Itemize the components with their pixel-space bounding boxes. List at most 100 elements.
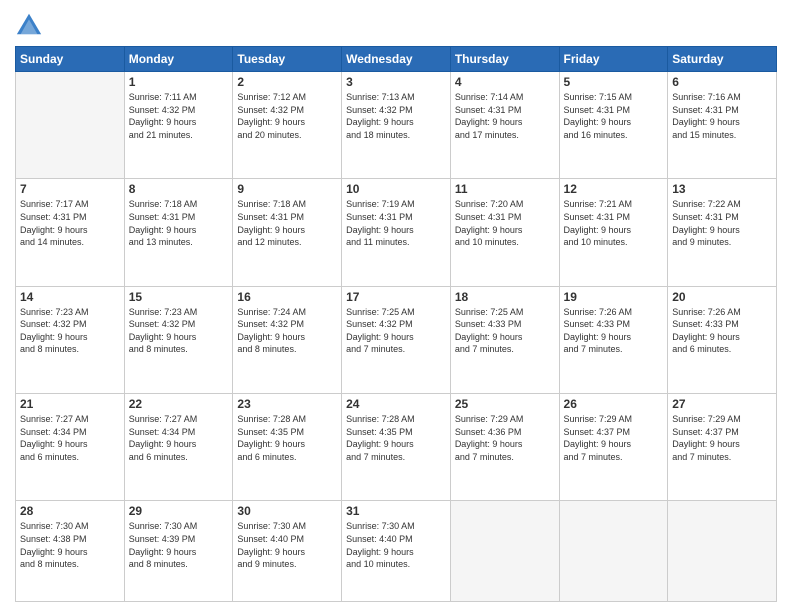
logo-icon xyxy=(15,10,43,38)
calendar-week-row: 28 Sunrise: 7:30 AM Sunset: 4:38 PM Dayli… xyxy=(16,501,777,602)
calendar-cell: 28 Sunrise: 7:30 AM Sunset: 4:38 PM Dayli… xyxy=(16,501,125,602)
day-number: 15 xyxy=(129,290,229,304)
day-of-week-header: Tuesday xyxy=(233,47,342,72)
calendar-cell xyxy=(16,72,125,179)
day-info: Sunrise: 7:29 AM Sunset: 4:36 PM Dayligh… xyxy=(455,413,555,463)
calendar-cell: 9 Sunrise: 7:18 AM Sunset: 4:31 PM Daylig… xyxy=(233,179,342,286)
day-number: 22 xyxy=(129,397,229,411)
day-number: 26 xyxy=(564,397,664,411)
calendar-cell: 14 Sunrise: 7:23 AM Sunset: 4:32 PM Dayli… xyxy=(16,286,125,393)
calendar-cell: 19 Sunrise: 7:26 AM Sunset: 4:33 PM Dayli… xyxy=(559,286,668,393)
day-info: Sunrise: 7:16 AM Sunset: 4:31 PM Dayligh… xyxy=(672,91,772,141)
calendar-cell: 11 Sunrise: 7:20 AM Sunset: 4:31 PM Dayli… xyxy=(450,179,559,286)
calendar-cell: 1Sunrise: 7:11 AM Sunset: 4:32 PM Daylig… xyxy=(124,72,233,179)
calendar-cell: 8 Sunrise: 7:18 AM Sunset: 4:31 PM Daylig… xyxy=(124,179,233,286)
day-info: Sunrise: 7:18 AM Sunset: 4:31 PM Dayligh… xyxy=(237,198,337,248)
day-number: 3 xyxy=(346,75,446,89)
calendar-cell: 7Sunrise: 7:17 AM Sunset: 4:31 PM Daylig… xyxy=(16,179,125,286)
day-number: 9 xyxy=(237,182,337,196)
calendar-cell: 22 Sunrise: 7:27 AM Sunset: 4:34 PM Dayli… xyxy=(124,393,233,500)
day-info: Sunrise: 7:30 AM Sunset: 4:39 PM Dayligh… xyxy=(129,520,229,570)
calendar-header-row: SundayMondayTuesdayWednesdayThursdayFrid… xyxy=(16,47,777,72)
day-number: 5 xyxy=(564,75,664,89)
day-info: Sunrise: 7:13 AM Sunset: 4:32 PM Dayligh… xyxy=(346,91,446,141)
day-number: 13 xyxy=(672,182,772,196)
calendar-week-row: 1Sunrise: 7:11 AM Sunset: 4:32 PM Daylig… xyxy=(16,72,777,179)
day-number: 27 xyxy=(672,397,772,411)
day-info: Sunrise: 7:23 AM Sunset: 4:32 PM Dayligh… xyxy=(20,306,120,356)
day-info: Sunrise: 7:25 AM Sunset: 4:33 PM Dayligh… xyxy=(455,306,555,356)
day-info: Sunrise: 7:27 AM Sunset: 4:34 PM Dayligh… xyxy=(20,413,120,463)
day-number: 11 xyxy=(455,182,555,196)
day-info: Sunrise: 7:28 AM Sunset: 4:35 PM Dayligh… xyxy=(237,413,337,463)
day-info: Sunrise: 7:14 AM Sunset: 4:31 PM Dayligh… xyxy=(455,91,555,141)
calendar-cell: 3 Sunrise: 7:13 AM Sunset: 4:32 PM Daylig… xyxy=(342,72,451,179)
day-number: 4 xyxy=(455,75,555,89)
calendar-cell: 23 Sunrise: 7:28 AM Sunset: 4:35 PM Dayli… xyxy=(233,393,342,500)
day-number: 20 xyxy=(672,290,772,304)
day-number: 2 xyxy=(237,75,337,89)
calendar-cell: 20 Sunrise: 7:26 AM Sunset: 4:33 PM Dayli… xyxy=(668,286,777,393)
calendar-cell: 21 Sunrise: 7:27 AM Sunset: 4:34 PM Dayli… xyxy=(16,393,125,500)
calendar-week-row: 14 Sunrise: 7:23 AM Sunset: 4:32 PM Dayli… xyxy=(16,286,777,393)
calendar-cell: 29Sunrise: 7:30 AM Sunset: 4:39 PM Dayli… xyxy=(124,501,233,602)
day-of-week-header: Sunday xyxy=(16,47,125,72)
calendar-cell: 27 Sunrise: 7:29 AM Sunset: 4:37 PM Dayli… xyxy=(668,393,777,500)
day-number: 12 xyxy=(564,182,664,196)
day-info: Sunrise: 7:30 AM Sunset: 4:38 PM Dayligh… xyxy=(20,520,120,570)
page: SundayMondayTuesdayWednesdayThursdayFrid… xyxy=(0,0,792,612)
day-number: 1 xyxy=(129,75,229,89)
day-number: 8 xyxy=(129,182,229,196)
day-info: Sunrise: 7:22 AM Sunset: 4:31 PM Dayligh… xyxy=(672,198,772,248)
day-info: Sunrise: 7:28 AM Sunset: 4:35 PM Dayligh… xyxy=(346,413,446,463)
calendar-cell: 30Sunrise: 7:30 AM Sunset: 4:40 PM Dayli… xyxy=(233,501,342,602)
calendar-cell: 13 Sunrise: 7:22 AM Sunset: 4:31 PM Dayli… xyxy=(668,179,777,286)
day-info: Sunrise: 7:15 AM Sunset: 4:31 PM Dayligh… xyxy=(564,91,664,141)
calendar-cell: 5 Sunrise: 7:15 AM Sunset: 4:31 PM Daylig… xyxy=(559,72,668,179)
calendar-week-row: 7Sunrise: 7:17 AM Sunset: 4:31 PM Daylig… xyxy=(16,179,777,286)
day-number: 18 xyxy=(455,290,555,304)
calendar-cell: 6 Sunrise: 7:16 AM Sunset: 4:31 PM Daylig… xyxy=(668,72,777,179)
day-number: 7 xyxy=(20,182,120,196)
day-info: Sunrise: 7:20 AM Sunset: 4:31 PM Dayligh… xyxy=(455,198,555,248)
calendar-cell: 4 Sunrise: 7:14 AM Sunset: 4:31 PM Daylig… xyxy=(450,72,559,179)
day-number: 21 xyxy=(20,397,120,411)
day-number: 6 xyxy=(672,75,772,89)
calendar-cell: 15 Sunrise: 7:23 AM Sunset: 4:32 PM Dayli… xyxy=(124,286,233,393)
day-number: 31 xyxy=(346,504,446,518)
calendar-cell: 12 Sunrise: 7:21 AM Sunset: 4:31 PM Dayli… xyxy=(559,179,668,286)
calendar-cell xyxy=(559,501,668,602)
day-info: Sunrise: 7:29 AM Sunset: 4:37 PM Dayligh… xyxy=(564,413,664,463)
day-of-week-header: Friday xyxy=(559,47,668,72)
day-info: Sunrise: 7:26 AM Sunset: 4:33 PM Dayligh… xyxy=(564,306,664,356)
calendar-week-row: 21 Sunrise: 7:27 AM Sunset: 4:34 PM Dayli… xyxy=(16,393,777,500)
header xyxy=(15,10,777,38)
day-number: 25 xyxy=(455,397,555,411)
day-number: 30 xyxy=(237,504,337,518)
day-info: Sunrise: 7:21 AM Sunset: 4:31 PM Dayligh… xyxy=(564,198,664,248)
day-info: Sunrise: 7:26 AM Sunset: 4:33 PM Dayligh… xyxy=(672,306,772,356)
calendar-cell xyxy=(668,501,777,602)
day-number: 24 xyxy=(346,397,446,411)
day-info: Sunrise: 7:24 AM Sunset: 4:32 PM Dayligh… xyxy=(237,306,337,356)
day-of-week-header: Saturday xyxy=(668,47,777,72)
calendar-cell: 24 Sunrise: 7:28 AM Sunset: 4:35 PM Dayli… xyxy=(342,393,451,500)
day-info: Sunrise: 7:23 AM Sunset: 4:32 PM Dayligh… xyxy=(129,306,229,356)
calendar-cell: 16 Sunrise: 7:24 AM Sunset: 4:32 PM Dayli… xyxy=(233,286,342,393)
day-info: Sunrise: 7:29 AM Sunset: 4:37 PM Dayligh… xyxy=(672,413,772,463)
day-info: Sunrise: 7:19 AM Sunset: 4:31 PM Dayligh… xyxy=(346,198,446,248)
calendar-cell: 10 Sunrise: 7:19 AM Sunset: 4:31 PM Dayli… xyxy=(342,179,451,286)
day-info: Sunrise: 7:18 AM Sunset: 4:31 PM Dayligh… xyxy=(129,198,229,248)
logo xyxy=(15,10,46,38)
day-number: 14 xyxy=(20,290,120,304)
day-number: 23 xyxy=(237,397,337,411)
day-info: Sunrise: 7:25 AM Sunset: 4:32 PM Dayligh… xyxy=(346,306,446,356)
day-info: Sunrise: 7:30 AM Sunset: 4:40 PM Dayligh… xyxy=(346,520,446,570)
day-number: 28 xyxy=(20,504,120,518)
day-number: 10 xyxy=(346,182,446,196)
day-number: 16 xyxy=(237,290,337,304)
calendar-cell: 31 Sunrise: 7:30 AM Sunset: 4:40 PM Dayli… xyxy=(342,501,451,602)
calendar-table: SundayMondayTuesdayWednesdayThursdayFrid… xyxy=(15,46,777,602)
day-info: Sunrise: 7:27 AM Sunset: 4:34 PM Dayligh… xyxy=(129,413,229,463)
day-number: 19 xyxy=(564,290,664,304)
